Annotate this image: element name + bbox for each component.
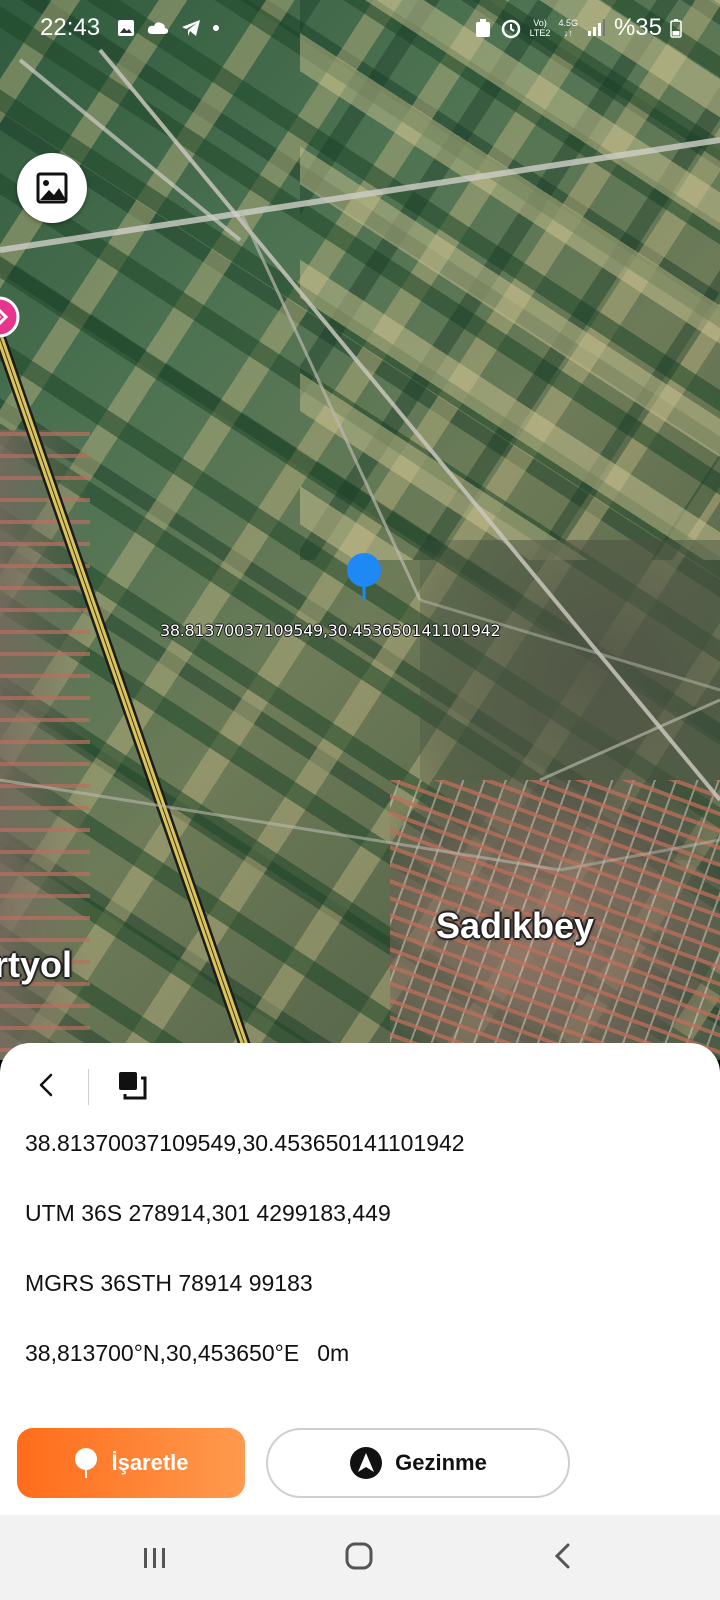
battery-level: %35 [613, 14, 662, 41]
copy-icon [119, 1072, 147, 1100]
home-icon[interactable] [344, 1541, 374, 1571]
network-bottom-label: LTE2 [529, 28, 551, 38]
recents-icon[interactable] [140, 1543, 170, 1573]
navigate-button[interactable]: Gezinme [266, 1428, 570, 1498]
sheet-toolbar [0, 1043, 720, 1131]
chevron-left-icon [39, 1073, 53, 1097]
marker-coordinate-label: 38.81370037109549,30.453650141101942 [160, 621, 501, 640]
status-time: 22:43 [40, 14, 101, 41]
altitude-text: 0m [317, 1340, 350, 1366]
back-nav-icon[interactable] [548, 1541, 578, 1571]
utm-text[interactable]: UTM 36S 278914,301 4299183,449 [25, 1200, 391, 1227]
dot-icon [213, 25, 220, 31]
copy-button[interactable] [112, 1065, 152, 1105]
status-system-icons: Vo) LTE2 4.5G ↓↑ %35 [474, 14, 682, 42]
dms-row[interactable]: 38,813700°N,30,453650°E 0m [25, 1340, 349, 1367]
cloud-icon [147, 22, 169, 34]
system-nav-bar [0, 1515, 720, 1600]
location-pin-icon[interactable] [345, 552, 383, 602]
place-label-partial: rtyol [0, 944, 73, 985]
battery-icon [670, 19, 682, 38]
back-button[interactable] [28, 1063, 64, 1107]
navigation-arrow-icon [350, 1447, 383, 1479]
poi-marker-icon[interactable] [0, 296, 20, 344]
alarm-icon [501, 19, 520, 39]
map-roads [0, 48, 720, 1060]
mark-button-label: İşaretle [111, 1450, 189, 1475]
image-icon [36, 172, 68, 204]
dms-text: 38,813700°N,30,453650°E [25, 1340, 300, 1366]
network-indicator: Vo) LTE2 [530, 18, 551, 38]
status-bar: 22:43 Vo) LTE2 4.5G ↓↑ %35 [0, 0, 720, 56]
pin-icon [75, 1448, 98, 1478]
network-top-label: Vo) [533, 18, 547, 28]
place-label-sadikbey: Sadıkbey [436, 905, 595, 946]
latlng-text[interactable]: 38.81370037109549,30.453650141101942 [25, 1130, 465, 1157]
telegram-icon [182, 20, 201, 36]
satellite-map[interactable]: Sadıkbey rtyol 38.81370037109549,30.4536… [0, 0, 720, 1060]
status-notification-icons [116, 18, 220, 38]
signal-icon [587, 19, 605, 36]
toolbar-divider [88, 1069, 89, 1105]
navigate-button-label: Gezinme [395, 1450, 487, 1475]
gallery-notification-icon [118, 20, 135, 36]
network-gen-indicator: 4.5G ↓↑ [558, 18, 578, 38]
mark-button[interactable]: İşaretle [17, 1428, 245, 1498]
layer-toggle-button[interactable] [17, 153, 87, 223]
recycle-icon [475, 19, 490, 37]
mgrs-text[interactable]: MGRS 36STH 78914 99183 [25, 1270, 313, 1297]
network-gen-label: 4.5G [558, 18, 578, 28]
